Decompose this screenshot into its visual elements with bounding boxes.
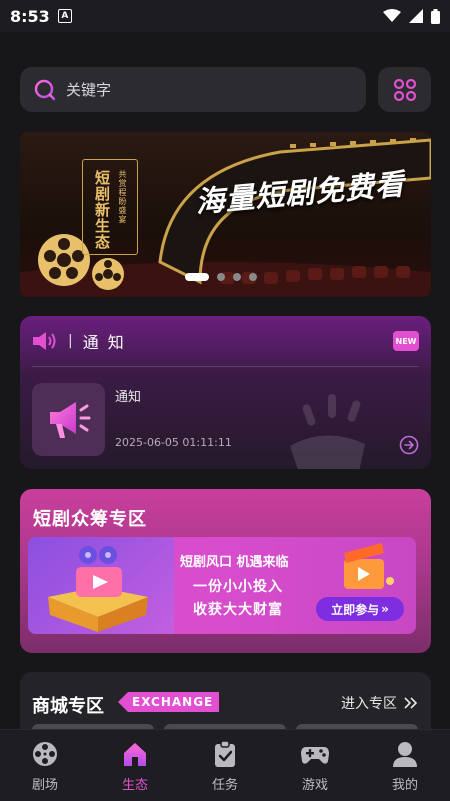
- gift-box-illustration: [48, 546, 148, 632]
- tab-label: 生态: [121, 778, 148, 793]
- banner-dot[interactable]: [249, 273, 257, 281]
- banner-dot[interactable]: [217, 273, 225, 281]
- notice-divider-line: [32, 366, 419, 367]
- tab-label: 我的: [391, 778, 418, 793]
- bottom-tab-bar: 剧场 生态 任务 游戏 我的: [0, 729, 450, 801]
- decorative-hand-icon: [290, 394, 365, 469]
- search-input[interactable]: 关键字: [20, 67, 366, 112]
- banner-tag: 短剧新生态 共赏程盼盛宴: [82, 159, 138, 255]
- arrow-right-circle-icon[interactable]: [399, 435, 419, 455]
- crowdfunding-section: 短剧众筹专区 短剧风口 机遇来临 一份小小投入 收获大大财富 立即参与 »: [20, 489, 431, 653]
- gamepad-icon: [301, 747, 329, 764]
- status-icons: [383, 8, 440, 24]
- notice-timestamp: 2025-06-05 01:11:11: [115, 436, 232, 449]
- tab-ecology[interactable]: 生态: [90, 730, 180, 801]
- banner-pagination: [185, 273, 257, 281]
- speaker-icon: [33, 332, 56, 350]
- banner-dot[interactable]: [233, 273, 241, 281]
- tab-mine[interactable]: 我的: [360, 730, 450, 801]
- tab-tasks[interactable]: 任务: [180, 730, 270, 801]
- category-grid-button[interactable]: [378, 67, 431, 112]
- banner-tag-main: 短剧新生态: [93, 170, 111, 250]
- film-reel-icon: [33, 742, 57, 766]
- notice-header: | 通 知 NEW: [20, 316, 431, 366]
- join-now-label: 立即参与: [331, 602, 380, 617]
- status-bar: 8:53 A: [0, 0, 450, 32]
- tab-label: 任务: [211, 778, 238, 793]
- tab-theater[interactable]: 剧场: [0, 730, 90, 801]
- mall-title: 商城专区: [32, 696, 104, 717]
- battery-icon: [431, 8, 440, 24]
- crowdfunding-line1: 短剧风口 机遇来临: [180, 555, 289, 570]
- crowdfunding-card[interactable]: 短剧风口 机遇来临 一份小小投入 收获大大财富 立即参与 »: [28, 537, 416, 634]
- mall-more-label: 进入专区: [341, 696, 397, 712]
- join-now-button[interactable]: 立即参与 »: [316, 597, 404, 621]
- tab-label: 游戏: [301, 778, 328, 793]
- app-notification-icon: A: [57, 9, 72, 23]
- notice-divider: |: [68, 333, 73, 349]
- notice-message[interactable]: 通知: [115, 386, 141, 405]
- crowdfunding-title: 短剧众筹专区: [33, 509, 147, 530]
- wifi-icon: [383, 9, 401, 22]
- search-placeholder: 关键字: [66, 81, 112, 99]
- search-row: 关键字: [20, 67, 431, 112]
- promo-banner[interactable]: 短剧新生态 共赏程盼盛宴 海量短剧免费看: [20, 132, 431, 297]
- crowdfunding-line3: 收获大大财富: [193, 602, 283, 618]
- megaphone-icon: [49, 401, 90, 438]
- crowdfunding-illustration: [28, 537, 174, 634]
- notice-thumbnail[interactable]: [32, 383, 105, 456]
- tab-label: 剧场: [31, 778, 58, 793]
- signal-icon: [409, 9, 423, 23]
- new-badge: NEW: [393, 331, 419, 351]
- notice-card: | 通 知 NEW 通知 2025-06-05 01:11:11: [20, 316, 431, 469]
- mall-more-link[interactable]: 进入专区: [341, 693, 419, 713]
- banner-tag-sub: 共赏程盼盛宴: [118, 170, 127, 224]
- exchange-tag: EXCHANGE: [118, 692, 220, 712]
- user-icon: [393, 742, 417, 767]
- double-chevron-right-icon: [404, 697, 418, 709]
- clapperboard-icon: [344, 543, 394, 589]
- crowdfunding-line2: 一份小小投入: [193, 579, 283, 595]
- banner-dot[interactable]: [185, 273, 209, 281]
- search-icon: [34, 79, 56, 100]
- clipboard-check-icon: [215, 740, 235, 767]
- grid-icon: [393, 78, 416, 101]
- double-chevron-right-icon: »: [381, 602, 389, 616]
- home-icon: [124, 743, 146, 766]
- status-time: 8:53: [10, 6, 50, 26]
- tab-games[interactable]: 游戏: [270, 730, 360, 801]
- notice-title: 通 知: [82, 333, 126, 352]
